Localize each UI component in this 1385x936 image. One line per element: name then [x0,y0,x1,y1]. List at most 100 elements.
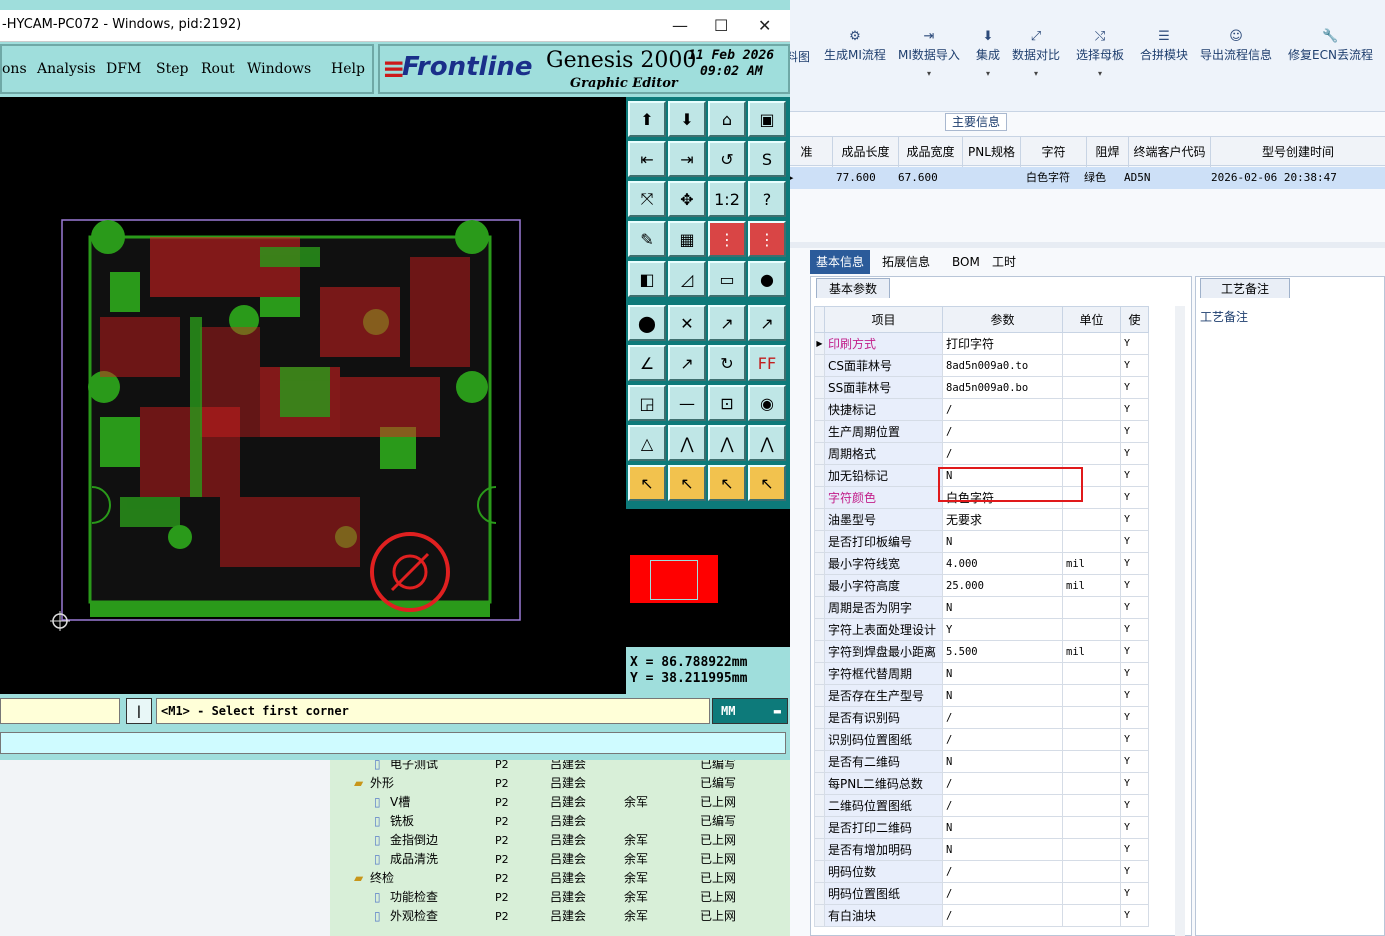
param-value[interactable]: / [942,728,1063,751]
tool-button-4[interactable]: ⇤ [628,141,666,177]
panel-splitter[interactable] [790,242,1385,248]
param-row[interactable]: 快捷标记 / Y [814,398,1149,421]
tree-item-name[interactable]: 铣板 [390,812,414,831]
tool-button-17[interactable]: ◿ [668,261,706,297]
tool-button-26[interactable]: ↻ [708,345,746,381]
param-row[interactable]: 字符到焊盘最小距离 5.500 mil Y [814,640,1149,663]
tab-3[interactable]: 工时 [986,250,1022,274]
dropdown-arrow-icon[interactable]: ▾ [1076,69,1124,78]
param-value[interactable]: 25.000 [942,574,1063,597]
tool-button-24[interactable]: ∠ [628,345,666,381]
param-col-header-1[interactable]: 参数 [942,306,1063,333]
param-value[interactable]: 8ad5n009a0.bo [942,376,1063,399]
tool-button-9[interactable]: ✥ [668,181,706,217]
param-value[interactable]: / [942,794,1063,817]
ribbon-button-7[interactable]: 🔧 修复ECN丢流程 [1288,28,1373,63]
param-value[interactable]: N [942,684,1063,707]
param-row[interactable]: 明码位置图纸 / Y [814,882,1149,905]
menu-item-5[interactable]: Windows [247,61,311,77]
params-scrollbar[interactable] [1175,306,1185,936]
tool-button-27[interactable]: FF [748,345,786,381]
param-row[interactable]: 最小字符线宽 4.000 mil Y [814,552,1149,575]
tab-basic-params[interactable]: 基本参数 [816,278,891,298]
tool-button-6[interactable]: ↺ [708,141,746,177]
param-value[interactable]: 5.500 [942,640,1063,663]
tool-button-13[interactable]: ▦ [668,221,706,257]
param-row[interactable]: ▶ 印刷方式 打印字符 Y [814,332,1149,355]
tool-button-32[interactable]: △ [628,425,666,461]
param-row[interactable]: 是否打印二维码 N Y [814,816,1149,839]
tool-button-11[interactable]: ? [748,181,786,217]
param-value[interactable]: / [942,882,1063,905]
overview-minimap[interactable] [626,507,790,647]
tool-button-8[interactable]: ⤧ [628,181,666,217]
param-row[interactable]: 字符上表面处理设计 Y Y [814,618,1149,641]
tool-button-18[interactable]: ▭ [708,261,746,297]
tool-button-2[interactable]: ⌂ [708,101,746,137]
param-value[interactable]: / [942,442,1063,465]
maximize-icon[interactable]: ☐ [714,16,728,35]
param-col-header-0[interactable]: 项目 [824,306,943,333]
ribbon-button-4[interactable]: ⤭ 选择母板 ▾ [1076,28,1124,78]
param-row[interactable]: 是否有二维码 N Y [814,750,1149,773]
tool-button-35[interactable]: ⋀ [748,425,786,461]
param-row[interactable]: 字符框代替周期 N Y [814,662,1149,685]
tab-process-notes[interactable]: 工艺备注 [1200,278,1291,298]
tool-button-22[interactable]: ↗ [708,305,746,341]
param-row[interactable]: SS面菲林号 8ad5n009a0.bo Y [814,376,1149,399]
param-value[interactable]: Y [942,618,1063,641]
param-value[interactable]: N [942,530,1063,553]
tree-item-name[interactable]: 外形 [370,774,394,793]
param-row[interactable]: 是否打印板编号 N Y [814,530,1149,553]
tool-button-12[interactable]: ✎ [628,221,666,257]
dropdown-arrow-icon[interactable]: ▾ [898,69,960,78]
param-row[interactable]: 是否有增加明码 N Y [814,838,1149,861]
grid-col-header-7[interactable]: 型号创建时间 [1210,137,1385,167]
tree-item-name[interactable]: 外观检查 [390,907,438,926]
param-value[interactable]: / [942,860,1063,883]
tool-button-10[interactable]: 1:2 [708,181,746,217]
param-value[interactable]: / [942,398,1063,421]
grid-selected-row[interactable]: ▸ 77.600 67.600 白色字符 绿色 AD5N 2026-02-06 20:38:… [788,167,1385,189]
ribbon-button-2[interactable]: ⬇ 集成 ▾ [976,28,1000,78]
param-row[interactable]: 二维码位置图纸 / Y [814,794,1149,817]
param-value[interactable]: N [942,750,1063,773]
menu-item-6[interactable]: Help [331,61,365,77]
tool-button-7[interactable]: S [748,141,786,177]
tree-item-name[interactable]: 成品清洗 [390,850,438,869]
grid-col-header-2[interactable]: 成品宽度 [898,137,962,167]
tool-button-39[interactable]: ↖ [748,465,786,501]
grid-col-header-1[interactable]: 成品长度 [832,137,898,167]
param-value[interactable]: / [942,420,1063,443]
menu-item-3[interactable]: Step [156,61,188,77]
param-value[interactable]: N [942,816,1063,839]
tool-button-34[interactable]: ⋀ [708,425,746,461]
param-row[interactable]: 最小字符高度 25.000 mil Y [814,574,1149,597]
tool-button-1[interactable]: ⬇ [668,101,706,137]
tool-button-0[interactable]: ⬆ [628,101,666,137]
tree-item-name[interactable]: 终检 [370,869,394,888]
tool-button-23[interactable]: ↗ [748,305,786,341]
tool-button-5[interactable]: ⇥ [668,141,706,177]
dropdown-arrow-icon[interactable]: ▾ [976,69,1000,78]
param-value[interactable]: N [942,596,1063,619]
tool-button-38[interactable]: ↖ [708,465,746,501]
tree-item-name[interactable]: 功能检查 [390,888,438,907]
tool-button-31[interactable]: ◉ [748,385,786,421]
process-tree[interactable]: ▯ 电子测试 P2 吕建会 已编写 ▰ 外形 P2 吕建会 已编写 ▯ V槽 P2 吕建会 余军 已上网 ▯ 铣板… [330,755,790,936]
ribbon-button-6[interactable]: ☺ 导出流程信息 [1200,28,1272,63]
param-row[interactable]: 生产周期位置 / Y [814,420,1149,443]
param-value[interactable]: / [942,706,1063,729]
tool-button-33[interactable]: ⋀ [668,425,706,461]
tool-button-14[interactable]: ⋮ [708,221,746,257]
tab-2[interactable]: BOM [946,250,986,274]
param-row[interactable]: 有白油块 / Y [814,904,1149,927]
tool-button-30[interactable]: ⊡ [708,385,746,421]
tool-button-37[interactable]: ↖ [668,465,706,501]
grid-col-header-5[interactable]: 阻焊 [1086,137,1128,167]
graphic-canvas[interactable] [0,97,626,694]
tab-0[interactable]: 基本信息 [810,250,871,274]
param-value[interactable]: 打印字符 [942,332,1063,355]
param-value[interactable]: 4.000 [942,552,1063,575]
tool-button-16[interactable]: ◧ [628,261,666,297]
